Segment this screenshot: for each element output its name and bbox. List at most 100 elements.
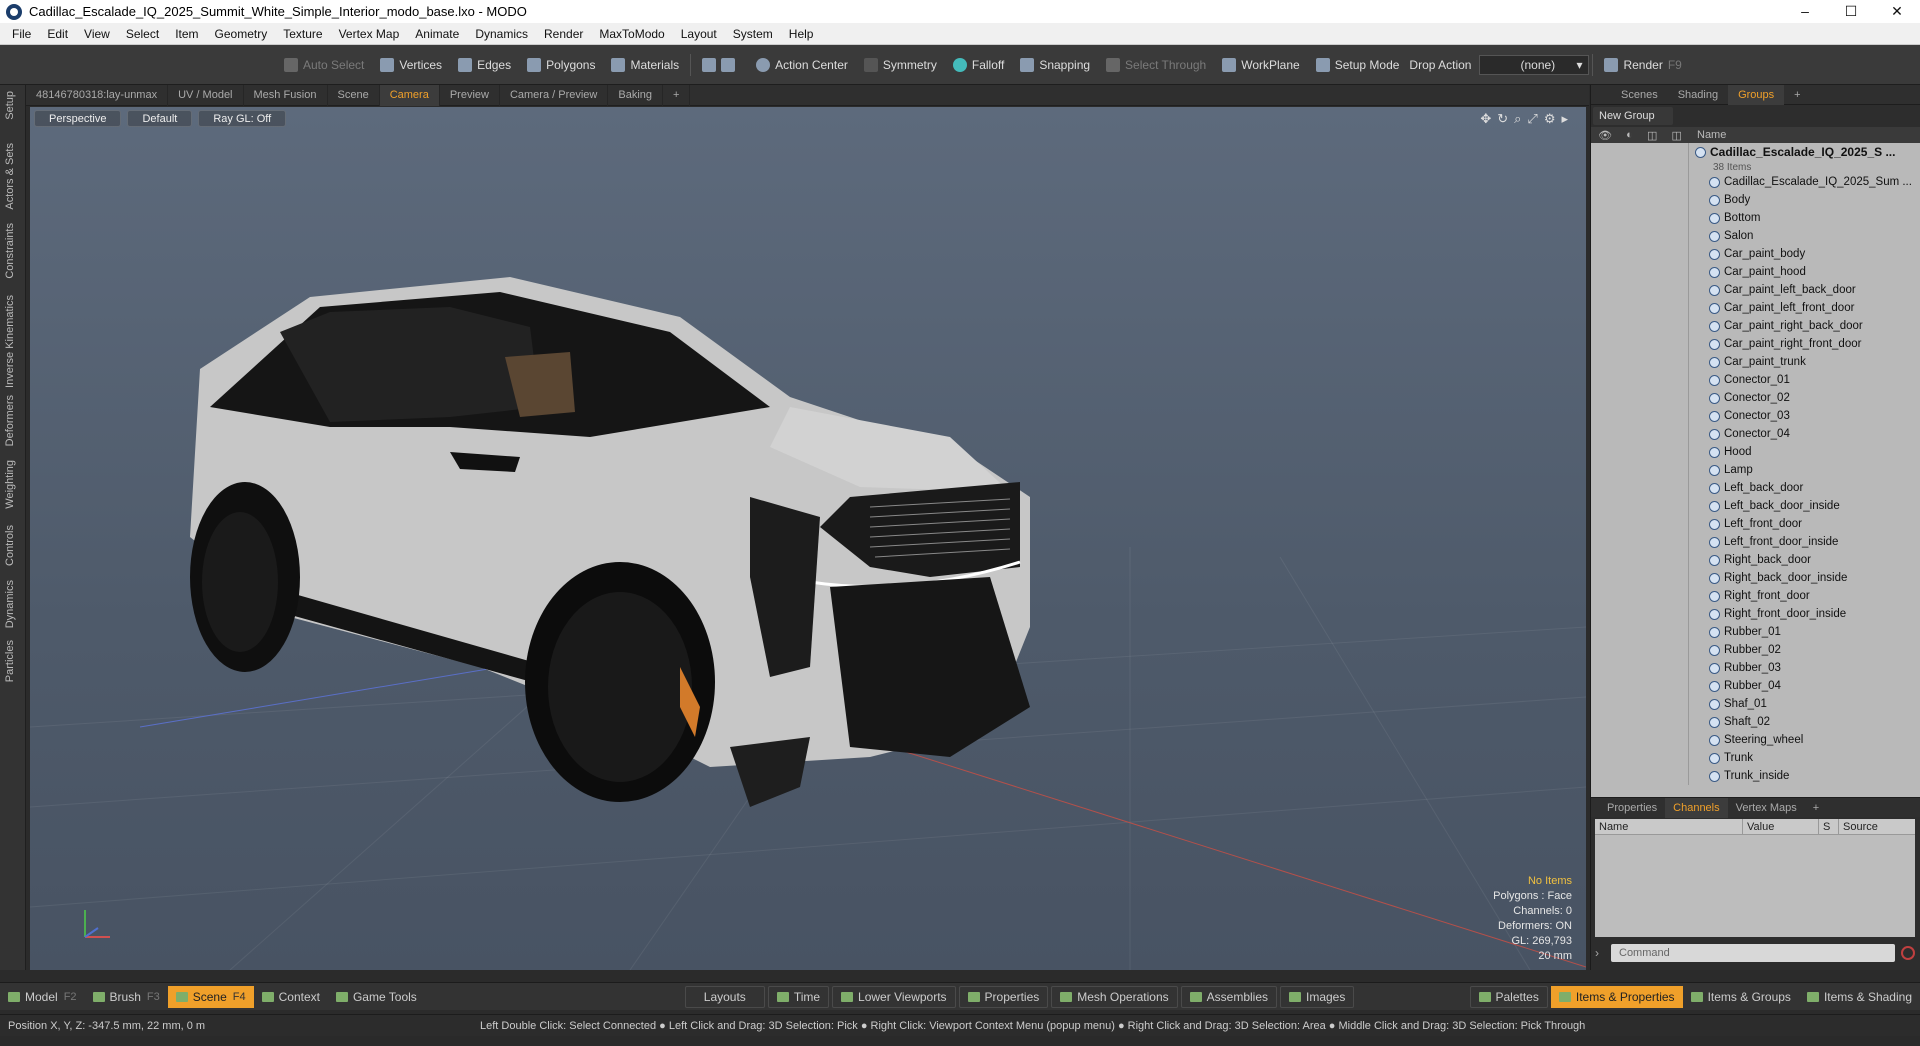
menu-layout[interactable]: Layout xyxy=(673,27,725,41)
tree-item[interactable]: Right_back_door_inside xyxy=(1591,569,1920,587)
tree-item-toggles[interactable] xyxy=(1591,569,1689,587)
vertices-button[interactable]: Vertices xyxy=(372,53,450,77)
tree-item[interactable]: Rubber_04 xyxy=(1591,677,1920,695)
minimize-button[interactable]: – xyxy=(1782,0,1828,23)
add-panel-tab-button[interactable]: + xyxy=(1784,85,1810,105)
tree-item-toggles[interactable] xyxy=(1591,533,1689,551)
tree-item-toggles[interactable] xyxy=(1591,587,1689,605)
tab-uv-model[interactable]: UV / Model xyxy=(168,84,244,106)
tree-item-toggles[interactable] xyxy=(1591,623,1689,641)
tree-item-toggles[interactable] xyxy=(1591,263,1689,281)
tab-inverse-kinematics[interactable]: Inverse Kinematics xyxy=(4,295,16,388)
lower-viewports-button[interactable]: Lower Viewports xyxy=(832,985,956,1008)
auto-select-button[interactable]: Auto Select xyxy=(276,53,372,77)
tree-item[interactable]: Car_paint_body xyxy=(1591,245,1920,263)
shading-mode-button[interactable]: Default xyxy=(127,110,193,127)
menu-file[interactable]: File xyxy=(4,27,39,41)
items-shading-button[interactable]: Items & Shading xyxy=(1799,986,1920,1008)
select-icon[interactable]: ◫ xyxy=(1672,129,1682,142)
tree-item-toggles[interactable] xyxy=(1591,335,1689,353)
tree-item-toggles[interactable] xyxy=(1591,767,1689,785)
tree-item-toggles[interactable] xyxy=(1591,281,1689,299)
layouts-button[interactable]: Layouts xyxy=(684,985,765,1008)
drop-action-select[interactable]: (none) ▾ xyxy=(1479,54,1590,75)
workplane-button[interactable]: WorkPlane xyxy=(1214,53,1307,77)
tab-channels[interactable]: Channels xyxy=(1665,797,1728,818)
menu-geometry[interactable]: Geometry xyxy=(207,27,276,41)
tab-camera[interactable]: Camera xyxy=(379,84,440,106)
channels-grid[interactable]: Name Value S Source xyxy=(1595,819,1915,937)
tab-preview[interactable]: Preview xyxy=(440,84,500,106)
time-button[interactable]: Time xyxy=(767,985,830,1008)
add-tab-button[interactable]: + xyxy=(663,84,691,106)
pan-icon[interactable]: ✥ xyxy=(1480,111,1491,127)
properties-button[interactable]: Properties xyxy=(958,985,1049,1008)
render-button[interactable]: Render F9 xyxy=(1596,53,1689,77)
shield-toggle-button[interactable] xyxy=(694,53,748,77)
tree-item-toggles[interactable] xyxy=(1591,245,1689,263)
tree-item[interactable]: Conector_02 xyxy=(1591,389,1920,407)
tab-constraints[interactable]: Constraints xyxy=(4,223,16,279)
tree-item-toggles[interactable] xyxy=(1591,173,1689,191)
tab-scene[interactable]: Scene xyxy=(328,84,380,106)
tree-item[interactable]: Salon xyxy=(1591,227,1920,245)
tree-item[interactable]: Car_paint_right_back_door xyxy=(1591,317,1920,335)
tab-setup[interactable]: Setup xyxy=(4,91,16,120)
tab-shading[interactable]: Shading xyxy=(1668,85,1728,105)
view-type-button[interactable]: Perspective xyxy=(34,110,122,127)
tree-item[interactable]: Rubber_01 xyxy=(1591,623,1920,641)
new-group-button[interactable]: New Group xyxy=(1593,107,1673,125)
tree-item[interactable]: Conector_03 xyxy=(1591,407,1920,425)
tree-item[interactable]: Hood xyxy=(1591,443,1920,461)
tree-item-toggles[interactable] xyxy=(1591,551,1689,569)
render-toggle-icon[interactable]: ◐ xyxy=(1626,129,1633,142)
tree-item[interactable]: Lamp xyxy=(1591,461,1920,479)
tree-item-toggles[interactable] xyxy=(1591,461,1689,479)
brush-tab-button[interactable]: Brush F3 xyxy=(85,986,168,1008)
tab-deformers[interactable]: Deformers xyxy=(4,395,16,446)
menu-render[interactable]: Render xyxy=(536,27,591,41)
items-properties-button[interactable]: Items & Properties xyxy=(1550,985,1683,1008)
items-groups-button[interactable]: Items & Groups xyxy=(1683,986,1799,1008)
tree-item[interactable]: Rubber_02 xyxy=(1591,641,1920,659)
select-through-button[interactable]: Select Through xyxy=(1098,53,1214,77)
tree-item-toggles[interactable] xyxy=(1591,479,1689,497)
tab-properties[interactable]: Properties xyxy=(1599,798,1665,818)
tree-item-toggles[interactable] xyxy=(1591,695,1689,713)
tree-item-toggles[interactable] xyxy=(1591,209,1689,227)
tree-item[interactable]: Conector_04 xyxy=(1591,425,1920,443)
tree-item-toggles[interactable] xyxy=(1591,605,1689,623)
tree-item[interactable]: Car_paint_right_front_door xyxy=(1591,335,1920,353)
maximize-button[interactable]: ☐ xyxy=(1828,0,1874,23)
tree-item[interactable]: Shaf_01 xyxy=(1591,695,1920,713)
tree-item[interactable]: Right_front_door_inside xyxy=(1591,605,1920,623)
model-tab-button[interactable]: Model F2 xyxy=(0,986,85,1008)
materials-button[interactable]: Materials xyxy=(603,53,687,77)
lock-icon[interactable]: ◫ xyxy=(1647,129,1657,142)
falloff-button[interactable]: Falloff xyxy=(945,53,1012,77)
menu-edit[interactable]: Edit xyxy=(39,27,76,41)
tree-item[interactable]: Trunk xyxy=(1591,749,1920,767)
tree-item[interactable]: Shaft_02 xyxy=(1591,713,1920,731)
tree-item-toggles[interactable] xyxy=(1591,497,1689,515)
menu-system[interactable]: System xyxy=(725,27,781,41)
tree-item-toggles[interactable] xyxy=(1591,659,1689,677)
tree-item[interactable]: Left_back_door_inside xyxy=(1591,497,1920,515)
polygons-button[interactable]: Polygons xyxy=(519,53,603,77)
tab-scenes[interactable]: Scenes xyxy=(1611,85,1668,105)
menu-help[interactable]: Help xyxy=(781,27,822,41)
tab-actors-sets[interactable]: Actors & Sets xyxy=(4,143,16,210)
tree-item-toggles[interactable] xyxy=(1591,515,1689,533)
menu-item[interactable]: Item xyxy=(167,27,206,41)
menu-dynamics[interactable]: Dynamics xyxy=(467,27,536,41)
tree-item[interactable]: Left_front_door xyxy=(1591,515,1920,533)
tree-item-toggles[interactable] xyxy=(1591,389,1689,407)
tree-item-toggles[interactable] xyxy=(1591,191,1689,209)
tab-dynamics[interactable]: Dynamics xyxy=(4,580,16,628)
tree-item[interactable]: Bottom xyxy=(1591,209,1920,227)
assemblies-button[interactable]: Assemblies xyxy=(1180,985,1277,1008)
tab-camera-preview[interactable]: Camera / Preview xyxy=(500,84,609,106)
tree-item-toggles[interactable] xyxy=(1591,731,1689,749)
menu-vertex-map[interactable]: Vertex Map xyxy=(331,27,408,41)
add-channel-tab-button[interactable]: + xyxy=(1805,798,1827,818)
